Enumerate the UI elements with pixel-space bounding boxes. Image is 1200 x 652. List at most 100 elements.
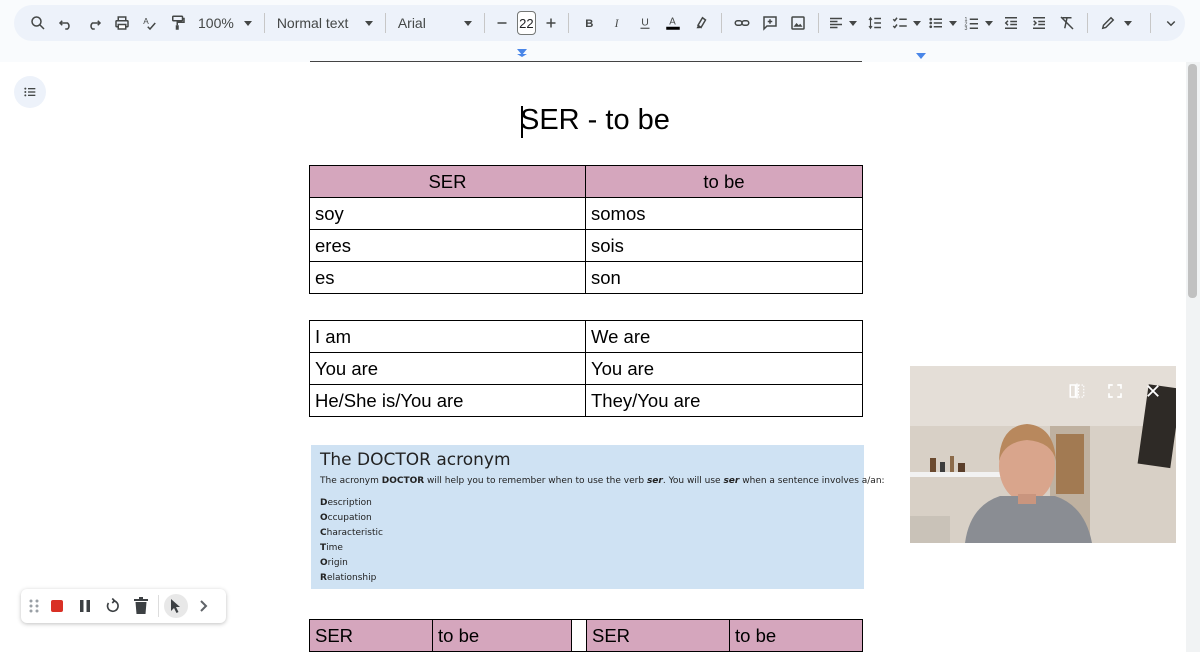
undo-icon[interactable] <box>52 9 80 37</box>
font-dropdown[interactable]: Arial <box>392 9 478 37</box>
italic-icon[interactable]: I <box>603 9 631 37</box>
doctor-acronym-image[interactable]: The DOCTOR acronym The acronym DOCTOR wi… <box>311 445 885 589</box>
style-value: Normal text <box>276 15 349 31</box>
toolbar-divider <box>263 13 265 33</box>
table-cell[interactable]: I am <box>309 320 586 353</box>
svg-text:A: A <box>143 17 149 26</box>
table-cell[interactable]: to be <box>729 619 863 652</box>
fullscreen-icon[interactable] <box>1104 380 1126 402</box>
table-cell[interactable]: SER <box>586 619 730 652</box>
table-row: You are You are <box>309 352 863 385</box>
table-cell[interactable]: They/You are <box>585 384 863 417</box>
table-header-row: SER to be <box>309 165 863 198</box>
right-indent-marker[interactable] <box>916 53 926 59</box>
chevron-down-icon[interactable] <box>985 20 993 26</box>
list-item: Origin <box>320 556 855 571</box>
underline-icon[interactable]: U <box>631 9 659 37</box>
chevron-down-icon[interactable] <box>949 20 957 26</box>
redo-icon[interactable] <box>80 9 108 37</box>
list-item: Relationship <box>320 571 855 586</box>
decrease-indent-icon[interactable] <box>997 9 1025 37</box>
toolbar-divider <box>568 13 569 33</box>
webcam-video[interactable] <box>910 366 1176 543</box>
table-cell[interactable]: soy <box>309 197 586 230</box>
table-cell[interactable]: He/She is/You are <box>309 384 586 417</box>
table-cell[interactable]: eres <box>309 229 586 262</box>
chevron-down-icon[interactable] <box>849 20 857 26</box>
translation-table: I am We are You are You are He/She is/Yo… <box>309 320 863 417</box>
table-row: soy somos <box>309 197 863 230</box>
left-indent-marker[interactable] <box>517 54 527 57</box>
doctor-text: will help you to remember when to use th… <box>424 476 647 486</box>
editing-mode-icon[interactable] <box>1094 9 1122 37</box>
list-item: Occupation <box>320 511 855 526</box>
stop-icon <box>51 600 63 612</box>
table-cell[interactable]: to be <box>432 619 572 652</box>
delete-recording-button[interactable] <box>127 592 155 620</box>
spellcheck-icon[interactable]: A <box>136 9 164 37</box>
list-item: Time <box>320 541 855 556</box>
paint-format-icon[interactable] <box>164 9 192 37</box>
table-cell[interactable]: You are <box>585 352 863 385</box>
font-size-value: 22 <box>519 15 534 31</box>
table-cell[interactable]: You are <box>309 352 586 385</box>
insert-link-icon[interactable] <box>728 9 756 37</box>
close-icon[interactable] <box>1142 380 1164 402</box>
decrease-font-size-icon[interactable] <box>491 9 513 37</box>
list-rest: elationship <box>326 573 377 583</box>
restart-recording-button[interactable] <box>99 592 127 620</box>
toolbar-divider <box>1087 13 1088 33</box>
list-rest: rigin <box>327 558 348 568</box>
insert-image-icon[interactable] <box>784 9 812 37</box>
video-controls <box>1066 380 1164 402</box>
expand-toolbar-button[interactable] <box>190 592 218 620</box>
search-menus-icon[interactable] <box>24 9 52 37</box>
drag-handle-icon[interactable] <box>25 592 43 620</box>
table-cell[interactable]: SER <box>309 619 433 652</box>
hide-menus-icon[interactable] <box>1157 9 1185 37</box>
print-icon[interactable] <box>108 9 136 37</box>
svg-text:3: 3 <box>965 26 968 32</box>
increase-indent-icon[interactable] <box>1025 9 1053 37</box>
pause-recording-button[interactable] <box>71 592 99 620</box>
svg-text:I: I <box>614 18 620 30</box>
toolbar-divider <box>1150 13 1151 33</box>
add-comment-icon[interactable] <box>756 9 784 37</box>
stop-recording-button[interactable] <box>43 592 71 620</box>
bold-icon[interactable]: B <box>575 9 603 37</box>
zoom-dropdown[interactable]: 100% <box>192 9 258 37</box>
table-cell[interactable]: somos <box>585 197 863 230</box>
table-cell[interactable]: SER <box>309 165 586 198</box>
chevron-down-icon[interactable] <box>1124 20 1132 26</box>
split-view-icon[interactable] <box>1066 380 1088 402</box>
clear-formatting-icon[interactable] <box>1053 9 1081 37</box>
table-cell[interactable] <box>571 619 587 652</box>
checklist-icon[interactable] <box>889 9 911 37</box>
cursor-highlight-button[interactable] <box>164 594 188 618</box>
text-color-icon[interactable]: A <box>659 9 687 37</box>
document-outline-button[interactable] <box>14 76 46 108</box>
table-row: es son <box>309 261 863 294</box>
chevron-down-icon <box>364 20 373 26</box>
paragraph-style-dropdown[interactable]: Normal text <box>271 9 379 37</box>
table-cell[interactable]: es <box>309 261 586 294</box>
table-cell[interactable]: son <box>585 261 863 294</box>
table-cell[interactable]: sois <box>585 229 863 262</box>
pause-icon <box>80 600 90 612</box>
chevron-down-icon[interactable] <box>913 20 921 26</box>
increase-font-size-icon[interactable] <box>540 9 562 37</box>
svg-text:B: B <box>585 18 593 30</box>
scrollbar-thumb[interactable] <box>1188 64 1197 298</box>
line-spacing-icon[interactable] <box>861 9 889 37</box>
doctor-list: Description Occupation Characteristic Ti… <box>320 496 855 586</box>
highlight-color-icon[interactable] <box>687 9 715 37</box>
align-left-icon[interactable] <box>825 9 847 37</box>
bulleted-list-icon[interactable] <box>925 9 947 37</box>
font-value: Arial <box>397 15 426 31</box>
font-size-input[interactable]: 22 <box>516 11 536 35</box>
table-cell[interactable]: We are <box>585 320 863 353</box>
numbered-list-icon[interactable]: 123 <box>961 9 983 37</box>
list-item: Characteristic <box>320 526 855 541</box>
table-row: eres sois <box>309 229 863 262</box>
table-cell[interactable]: to be <box>585 165 863 198</box>
